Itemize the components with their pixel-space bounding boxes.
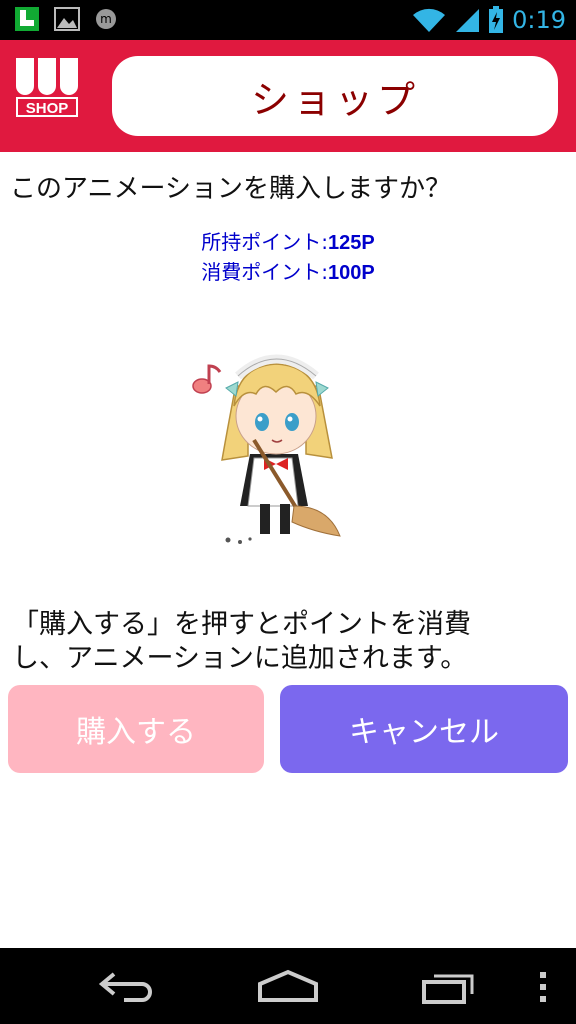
battery-charging-icon bbox=[489, 6, 504, 33]
image-notification-icon bbox=[54, 7, 80, 31]
shop-logo-text: SHOP bbox=[26, 100, 69, 117]
recent-apps-icon[interactable] bbox=[420, 970, 478, 1006]
owned-points-value: 125P bbox=[328, 232, 375, 254]
navigation-bar bbox=[0, 948, 576, 1024]
title-pill: ショップ bbox=[112, 56, 558, 136]
messenger-icon: m bbox=[96, 9, 116, 29]
cancel-button[interactable]: キャンセル bbox=[280, 685, 568, 773]
app-header: SHOP ショップ bbox=[0, 40, 576, 152]
home-icon[interactable] bbox=[256, 968, 320, 1004]
page-title: ショップ bbox=[250, 77, 419, 122]
cost-points: 消費ポイント:100P bbox=[0, 256, 576, 285]
signal-icon bbox=[456, 9, 480, 32]
menu-icon[interactable] bbox=[538, 972, 548, 1002]
app-notification-icon bbox=[15, 7, 39, 31]
buy-button[interactable]: 購入する bbox=[8, 685, 264, 773]
back-icon[interactable] bbox=[98, 970, 158, 1004]
clock: 0:19 bbox=[512, 6, 566, 34]
owned-points-label: 所持ポイント: bbox=[201, 230, 329, 254]
status-bar: m 0:19 bbox=[0, 0, 576, 40]
cost-points-value: 100P bbox=[328, 262, 375, 284]
purchase-notice: 「購入する」を押すとポイントを消費し、アニメーションに追加されます。 bbox=[12, 609, 471, 674]
cost-points-label: 消費ポイント: bbox=[201, 260, 329, 284]
maid-character-image bbox=[192, 354, 341, 544]
svg-text:m: m bbox=[100, 12, 112, 26]
purchase-question: このアニメーションを購入しますか？ bbox=[10, 174, 451, 204]
wifi-icon bbox=[413, 8, 446, 33]
shop-logo[interactable]: SHOP bbox=[14, 56, 80, 120]
owned-points: 所持ポイント:125P bbox=[0, 226, 576, 255]
music-note-icon bbox=[192, 364, 222, 394]
